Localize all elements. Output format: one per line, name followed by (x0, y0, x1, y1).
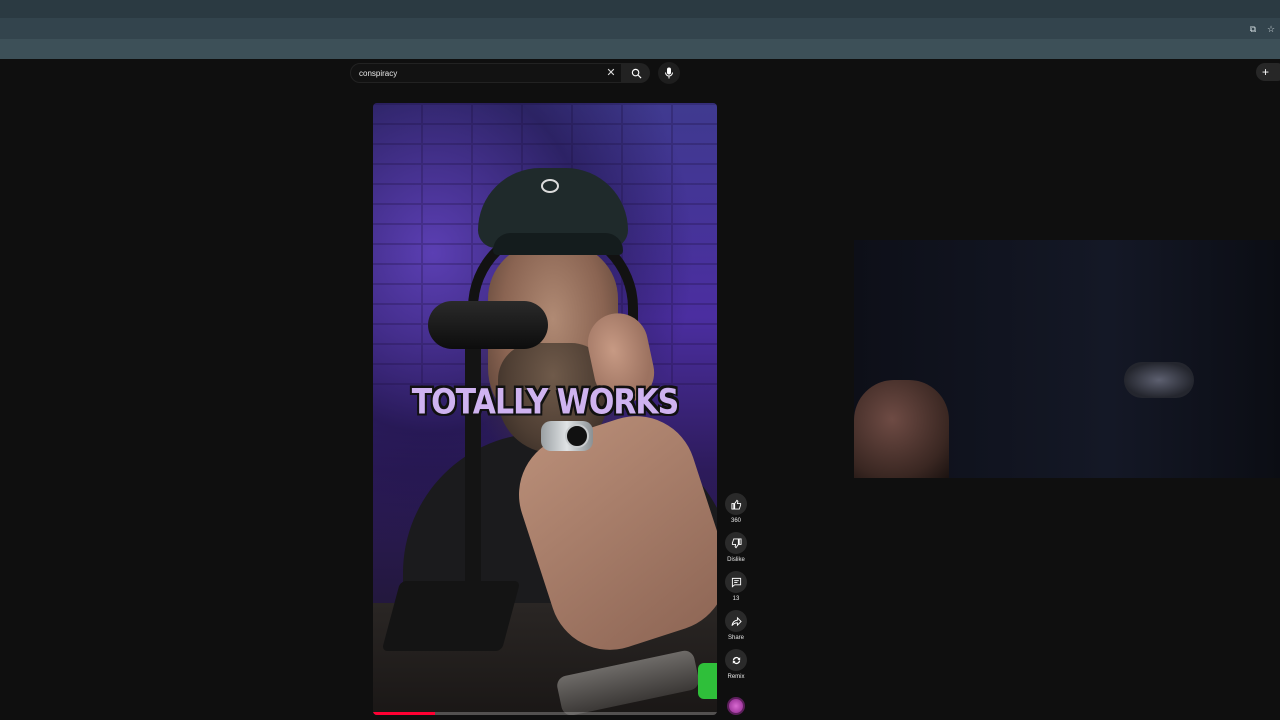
dislike-button[interactable] (725, 532, 747, 554)
share-icon (730, 616, 742, 626)
plus-icon: + (1262, 65, 1270, 79)
channel-avatar[interactable] (727, 697, 745, 715)
remix-action[interactable]: Remix (724, 649, 748, 680)
shorts-video-player[interactable]: TOTALLY WORKS (373, 103, 717, 715)
video-green-object (698, 663, 717, 699)
preview-microphone (1124, 362, 1194, 398)
dislike-action[interactable]: Dislike (724, 532, 748, 563)
video-progress-bar[interactable] (373, 712, 717, 715)
share-label: Share (727, 635, 744, 641)
like-button[interactable] (725, 493, 747, 515)
video-mic-stand (465, 343, 481, 583)
comment-icon (731, 577, 741, 588)
search-box[interactable]: conspiracy (350, 63, 622, 83)
remix-label: Remix (727, 674, 745, 680)
video-mic-base (381, 581, 521, 651)
browser-bookmarks-bar (0, 39, 1280, 59)
voice-search-button[interactable] (658, 62, 680, 84)
thumbs-down-icon (731, 537, 742, 548)
like-count: 360 (730, 518, 741, 524)
video-caption: TOTALLY WORKS (411, 382, 680, 423)
share-button[interactable] (725, 610, 747, 632)
search-button[interactable] (622, 63, 650, 83)
bookmark-star-icon[interactable]: ☆ (1266, 24, 1276, 34)
create-button[interactable]: + (1256, 63, 1280, 81)
comment-count: 13 (732, 596, 740, 602)
video-cap-brim (493, 233, 623, 255)
comments-action[interactable]: 13 (724, 571, 748, 602)
comments-button[interactable] (725, 571, 747, 593)
like-action[interactable]: 360 (724, 493, 748, 524)
browser-toolbar: ⧉ ☆ (0, 18, 1280, 39)
dislike-label: Dislike (727, 557, 745, 563)
video-preview-thumbnail[interactable] (854, 240, 1280, 478)
search-clear-button[interactable]: ✕ (603, 64, 619, 82)
video-watch-face (565, 424, 589, 448)
video-microphone (428, 301, 548, 349)
browser-tab-strip (0, 0, 1280, 18)
search-input[interactable]: conspiracy (359, 69, 397, 78)
video-progress-fill (373, 712, 435, 715)
preview-person (854, 380, 949, 478)
remix-icon (732, 656, 740, 664)
install-app-icon[interactable]: ⧉ (1248, 24, 1258, 34)
thumbs-up-icon (730, 499, 741, 510)
share-action[interactable]: Share (724, 610, 748, 641)
mic-icon (665, 67, 673, 79)
cap-logo-icon (541, 179, 559, 193)
close-icon: ✕ (606, 67, 616, 79)
remix-button[interactable] (725, 649, 747, 671)
search-icon (631, 68, 641, 78)
